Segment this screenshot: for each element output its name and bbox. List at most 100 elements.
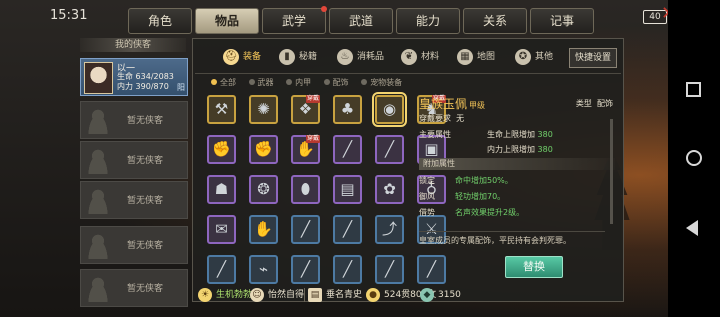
radio-dot-icon [211, 79, 217, 85]
item-slot[interactable]: ✋ 穿戴 [291, 135, 320, 164]
companion-panel: 我的侠客 以一 生命 634/2083 内力 390/870 阳 暂无侠客 暂无… [80, 38, 188, 317]
item-grid: ⚒ ✺ ❖ 穿戴 ♣ ◉ ♞ 穿戴 ✊ ✊ ✋ 穿戴 ╱ ╱ ▣ ☗ ❂ ⬮ ▤ ✿ ♁ ✉ ✋ ╱ ╱ ⤴ ⚔ ╱ ⌁ ╱ ╱ ╱ ╱ [207, 92, 446, 303]
item-slot[interactable]: ╱ [291, 215, 320, 244]
filter-weapon[interactable]: 武器 [248, 78, 274, 87]
item-slot[interactable]: ❖ 穿戴 [291, 95, 320, 124]
category-manuals-label: 秘籍 [299, 52, 318, 62]
category-other[interactable]: ✪ 其他 [515, 45, 553, 69]
empty-avatar-icon [84, 106, 112, 134]
item-slot[interactable]: ╱ [333, 255, 362, 284]
item-slot[interactable]: ✺ [249, 95, 278, 124]
item-slot[interactable]: ⚒ [207, 95, 236, 124]
item-description: 皇室成员的专属配饰，平民持有会判死罪。 [419, 231, 605, 259]
empty-slot-label: 暂无侠客 [127, 196, 164, 206]
filter-armor[interactable]: 内甲 [286, 78, 311, 87]
attr-1-name: 生命上限增加 [487, 130, 535, 139]
item-slot[interactable]: ✊ [249, 135, 278, 164]
item-slot[interactable]: ⬮ [291, 175, 320, 204]
item-slot[interactable]: ✊ [207, 135, 236, 164]
shield-icon: ⬮ [300, 180, 311, 198]
recent-apps-icon[interactable] [686, 82, 701, 97]
filter-armor-label: 内甲 [295, 78, 312, 87]
filter-accessory[interactable]: 配饰 [323, 78, 349, 87]
tab-martial-arts[interactable]: 武学 [262, 6, 327, 34]
companion-slot-empty[interactable]: 暂无侠客 [80, 141, 188, 179]
requirement-value: 无 [456, 114, 465, 123]
category-manuals[interactable]: ▮ 秘籍 [279, 45, 317, 69]
scroll-icon: ▤ [308, 288, 322, 302]
back-icon[interactable] [686, 220, 698, 236]
category-materials-label: 材料 [421, 52, 440, 62]
item-slot[interactable]: ♣ [333, 95, 362, 124]
state-status: ☺ 怡然自得 [250, 287, 304, 303]
item-slot[interactable]: ╱ [333, 215, 362, 244]
tab-ability[interactable]: 能力 [396, 8, 460, 34]
tab-journal[interactable]: 记事 [530, 8, 594, 34]
category-equipment[interactable]: ⛑ 装备 [223, 45, 261, 69]
item-slot[interactable]: ☗ [207, 175, 236, 204]
gauntlet-icon: ✊ [212, 140, 231, 158]
tab-role[interactable]: 角色 [128, 8, 192, 34]
item-slot[interactable]: ╱ [333, 135, 362, 164]
hero-mp: 内力 390/870 [117, 81, 169, 92]
companion-slot-empty[interactable]: 暂无侠客 [80, 226, 188, 264]
glove-icon: ✋ [254, 220, 273, 238]
item-slot[interactable]: ╱ [291, 255, 320, 284]
companion-slot-empty[interactable]: 暂无侠客 [80, 269, 188, 307]
empty-slot-label: 暂无侠客 [127, 156, 164, 166]
axe-icon: ⚒ [214, 100, 229, 118]
filter-accessory-label: 配饰 [332, 78, 349, 87]
category-consumables-label: 消耗品 [357, 52, 385, 62]
extra-attr-name: 御风 [419, 192, 435, 201]
staff-icon: ╱ [384, 140, 395, 158]
replace-button[interactable]: 替换 [505, 256, 563, 278]
sword-icon: ╱ [342, 260, 353, 278]
quick-settings-button[interactable]: 快捷设置 [568, 48, 617, 68]
category-maps-label: 地图 [477, 52, 496, 62]
companion-slot-empty[interactable]: 暂无侠客 [80, 181, 188, 219]
companion-slot-empty[interactable]: 暂无侠客 [80, 101, 188, 139]
item-slot[interactable]: ╱ [375, 135, 404, 164]
empty-avatar-icon [84, 231, 112, 259]
item-slot[interactable]: ✉ [207, 215, 236, 244]
home-icon[interactable] [686, 150, 702, 166]
extra-attr-title: 附加属性 [419, 158, 615, 170]
face-icon: ☺ [250, 288, 264, 302]
coins-status: ◆ 3150 [420, 287, 461, 303]
companion-slot-hero[interactable]: 以一 生命 634/2083 内力 390/870 阳 [80, 58, 188, 96]
status-footer: ☀ 生机勃勃 ☺ 怡然自得 ▤ 垂名青史 ● 524贯806文 ◆ 3150 [192, 284, 622, 306]
radio-dot-icon [286, 79, 293, 85]
tab-dao[interactable]: 武道 [329, 8, 393, 34]
item-slot[interactable]: ✋ [249, 215, 278, 244]
notification-dot [321, 6, 327, 12]
item-slot[interactable]: ⤴ [375, 215, 404, 244]
jade-pendant-icon: ◉ [382, 100, 397, 118]
filter-all[interactable]: 全部 [211, 78, 236, 87]
mood-text: 生机勃勃 [216, 290, 253, 300]
sun-icon: ☀ [198, 288, 212, 302]
status-time: 15:31 [50, 8, 88, 23]
item-grade: 甲级 [469, 101, 486, 110]
category-consumables[interactable]: ♨ 消耗品 [337, 45, 384, 69]
empty-slot-label: 暂无侠客 [127, 284, 164, 294]
tab-items[interactable]: 物品 [195, 8, 259, 34]
item-slot[interactable]: ╱ [375, 255, 404, 284]
item-detail: 皇族玉佩 甲级 类型 配饰 穿戴要求 无 主要属性 生命上限增加 380 内力上限… [419, 91, 615, 271]
item-slot[interactable]: ▤ [333, 175, 362, 204]
filter-weapon-label: 武器 [257, 78, 274, 87]
sickle-icon: ⤴ [381, 220, 397, 238]
main-attr-label: 主要属性 [419, 130, 451, 139]
item-slot[interactable]: ⌁ [249, 255, 278, 284]
attr-2: 内力上限增加 380 [487, 144, 553, 155]
item-slot[interactable]: ╱ [207, 255, 236, 284]
item-slot[interactable]: ✿ [375, 175, 404, 204]
coins-text: 3150 [438, 290, 461, 300]
tab-relations[interactable]: 关系 [463, 8, 527, 34]
detail-scrollbar[interactable] [610, 119, 613, 224]
extra-attr-value: 名声效果提升2级。 [455, 208, 525, 217]
item-slot[interactable]: ❂ [249, 175, 278, 204]
item-slot[interactable]: ◉ [372, 92, 407, 127]
filter-pet-gear[interactable]: 宠物装备 [361, 78, 402, 87]
category-materials[interactable]: ❦ 材料 [401, 45, 439, 69]
category-maps[interactable]: ▦ 地图 [457, 45, 495, 69]
